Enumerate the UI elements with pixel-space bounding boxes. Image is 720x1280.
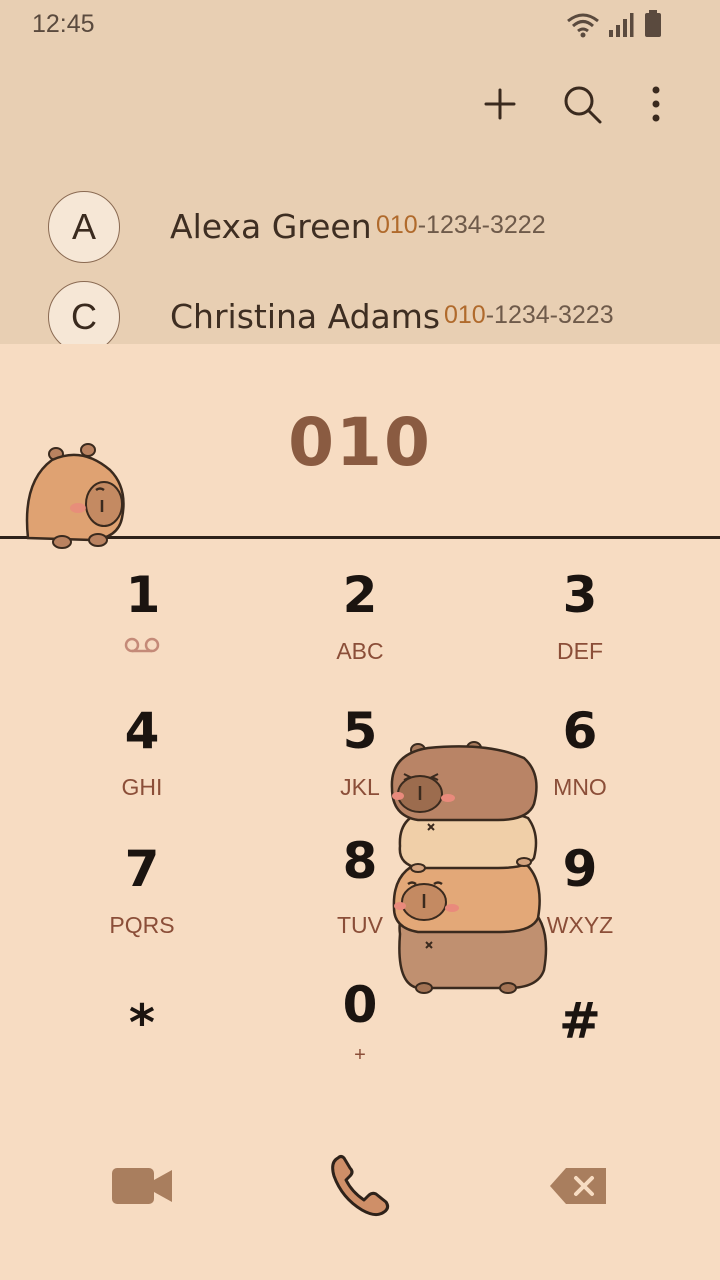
contact-number: 010-1234-3222 bbox=[376, 211, 546, 240]
signal-icon bbox=[609, 13, 634, 37]
key-0[interactable]: 0 + bbox=[260, 976, 460, 1096]
contact-suggestion[interactable]: C Christina Adams 010-1234-3223 bbox=[0, 281, 720, 344]
contact-name: Christina Adams bbox=[170, 297, 441, 336]
video-call-button[interactable] bbox=[110, 1164, 174, 1208]
call-button[interactable] bbox=[328, 1150, 394, 1220]
status-time: 12:45 bbox=[32, 10, 95, 38]
status-bar: 12:45 bbox=[0, 0, 720, 50]
key-digit: # bbox=[559, 992, 601, 1050]
backspace-button[interactable] bbox=[548, 1166, 608, 1206]
key-digit: 2 bbox=[342, 566, 378, 624]
search-button[interactable] bbox=[558, 80, 606, 128]
avatar: A bbox=[48, 191, 120, 263]
number-rest: -1234-3223 bbox=[485, 301, 614, 329]
plus-icon bbox=[484, 88, 516, 120]
top-area: 12:45 A Alexa Green 010-1234-3222 C Chri… bbox=[0, 0, 720, 344]
capybara-sitting-illustration bbox=[25, 443, 125, 549]
add-contact-button[interactable] bbox=[476, 80, 524, 128]
search-icon bbox=[564, 86, 602, 124]
key-digit: 1 bbox=[125, 566, 161, 624]
key-letters: ABC bbox=[336, 638, 384, 664]
key-hash[interactable]: # bbox=[480, 992, 680, 1112]
key-7[interactable]: 7 PQRS bbox=[42, 840, 242, 960]
avatar: C bbox=[48, 281, 120, 344]
number-match: 010 bbox=[444, 301, 486, 329]
contact-number: 010-1234-3223 bbox=[444, 301, 614, 330]
capybara-stack-illustration bbox=[390, 741, 548, 994]
video-call-icon bbox=[112, 1168, 172, 1204]
voicemail-icon bbox=[124, 637, 160, 653]
number-rest: -1234-3222 bbox=[417, 211, 546, 239]
phone-call-icon bbox=[331, 1155, 390, 1217]
contact-suggestion[interactable]: A Alexa Green 010-1234-3222 bbox=[0, 191, 720, 277]
key-2[interactable]: 2 ABC bbox=[260, 566, 460, 686]
key-digit: 4 bbox=[124, 702, 160, 760]
key-star[interactable]: * bbox=[42, 994, 242, 1114]
key-4[interactable]: 4 GHI bbox=[42, 702, 242, 822]
number-match: 010 bbox=[376, 211, 418, 239]
key-3[interactable]: 3 DEF bbox=[480, 566, 680, 686]
contact-name: Alexa Green bbox=[170, 207, 372, 246]
backspace-icon bbox=[550, 1168, 606, 1204]
more-options-button[interactable] bbox=[632, 80, 680, 128]
key-letters: GHI bbox=[121, 774, 163, 800]
key-digit: 7 bbox=[124, 840, 160, 898]
key-digit: 3 bbox=[562, 566, 598, 624]
key-letters: DEF bbox=[557, 638, 603, 664]
key-1[interactable]: 1 bbox=[43, 566, 243, 686]
battery-icon bbox=[645, 10, 661, 37]
wifi-icon bbox=[567, 13, 599, 38]
key-letters: PQRS bbox=[109, 912, 175, 938]
key-digit: * bbox=[128, 994, 156, 1052]
status-icons bbox=[566, 10, 686, 40]
key-letters: + bbox=[354, 1044, 366, 1066]
more-vertical-icon bbox=[652, 86, 660, 122]
